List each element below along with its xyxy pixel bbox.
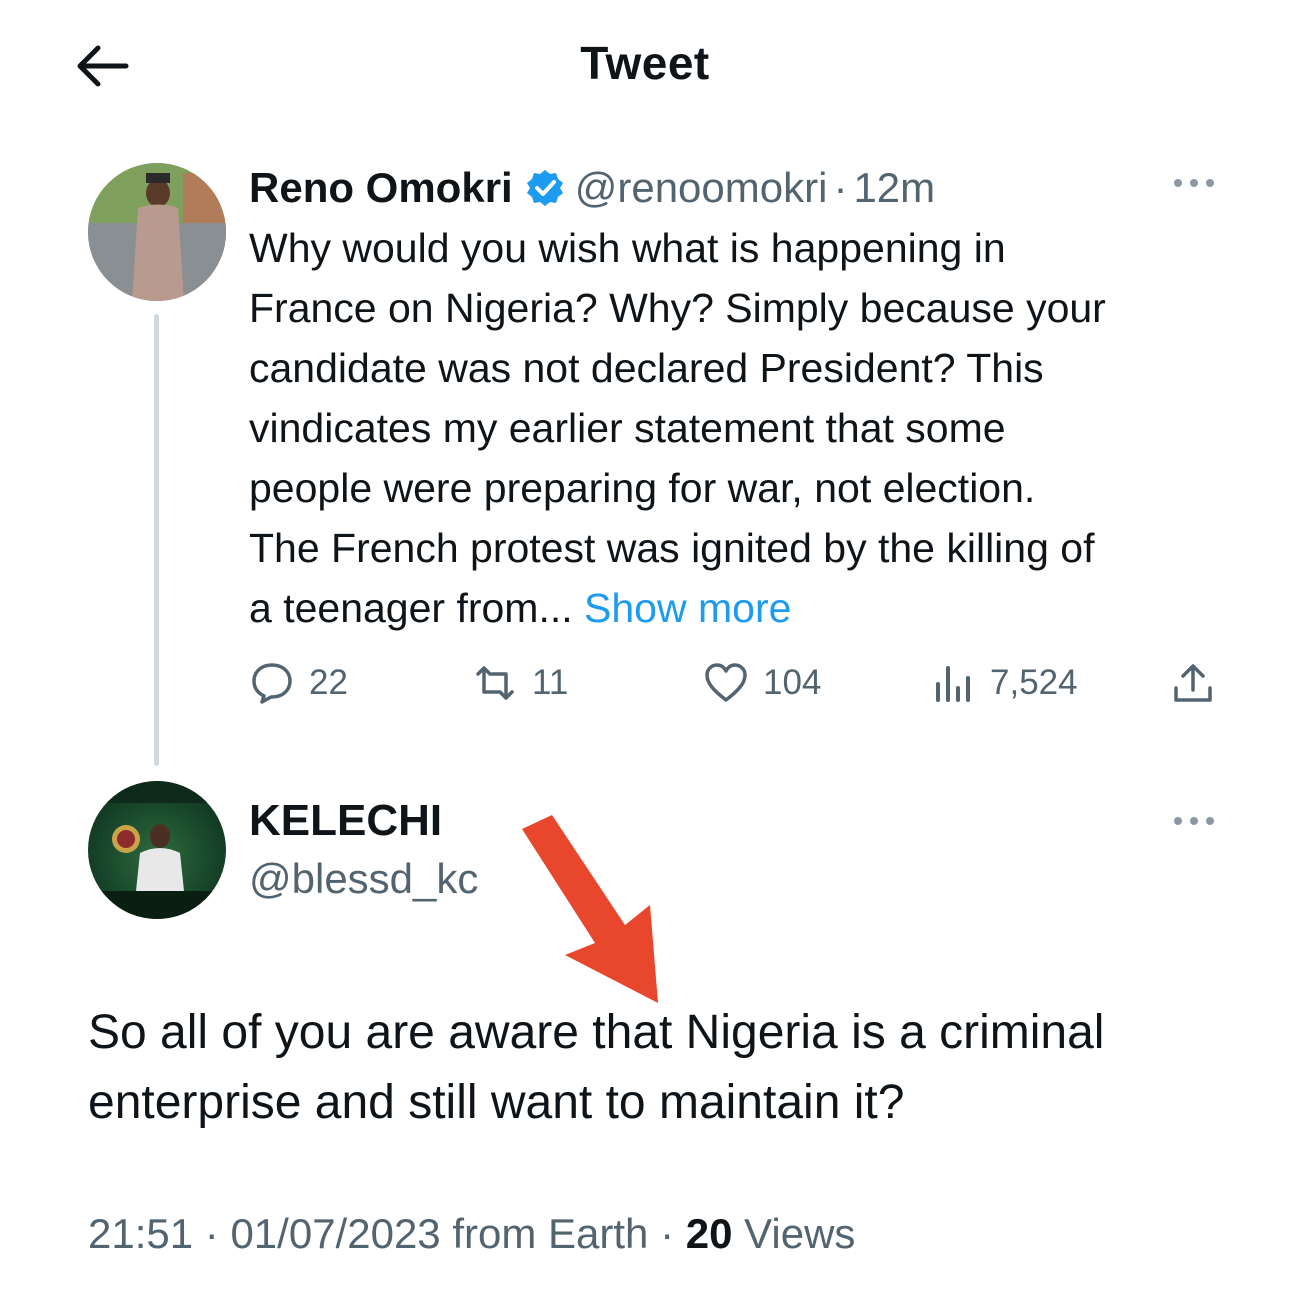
verified-badge-icon [526,170,563,206]
tweet-text-line: people were preparing for war, not elect… [249,465,1036,511]
reply-text-line: enterprise and still want to maintain it… [88,1076,905,1129]
reply-text: So all of you are aware that Nigeria is … [88,998,1228,1138]
tweet-text-line: Why would you wish what is happening in [249,225,1006,271]
reply-text-line: So all of you are aware that Nigeria is … [88,1006,1105,1059]
tweet-text-line: The French protest was ignited by the ki… [249,525,1095,571]
tweet-text-line: vindicates my earlier statement that som… [249,405,1006,451]
avatar-photo [88,163,226,301]
show-more-link[interactable]: Show more [584,585,791,631]
views-button[interactable]: 7,524 [930,658,1078,708]
more-horizontal-icon [1174,179,1214,187]
tweet-text-line: candidate was not declared President? Th… [249,345,1044,391]
tweet-text-line: France on Nigeria? Why? Simply because y… [249,285,1106,331]
heart-icon [705,663,747,702]
separator-dot: · [660,1210,675,1257]
post-time[interactable]: 21:51 [88,1210,193,1257]
views-count[interactable]: 20 [686,1210,733,1257]
share-icon [1174,664,1212,702]
more-horizontal-icon [1174,817,1214,825]
red-arrow-annotation [522,815,658,1003]
tweet-meta: 21:51 · 01/07/2023 from Earth · 20 Views [88,1210,855,1258]
share-button[interactable] [1170,658,1230,708]
thread-line [154,314,159,766]
author-handle[interactable]: @renoomokri [575,164,828,212]
avatar-photo [88,781,226,919]
separator-dot: · [204,1210,219,1257]
tweet-time[interactable]: 12m [853,164,935,212]
more-options-button[interactable] [1170,806,1218,836]
reply-author-name[interactable]: KELECHI [249,796,442,846]
tweet-text: Why would you wish what is happening in … [249,218,1239,638]
reply-icon [252,663,292,704]
retweet-button[interactable]: 11 [472,658,568,708]
like-count: 104 [763,663,822,702]
like-button[interactable]: 104 [703,658,821,708]
views-count: 7,524 [990,663,1078,702]
reply-count: 22 [309,663,348,702]
views-label: Views [744,1210,856,1257]
tweet-text-line: a teenager from... [249,585,573,631]
page-title: Tweet [580,37,710,89]
post-source: from Earth [452,1210,649,1257]
retweet-icon [476,666,514,700]
retweet-count: 11 [532,663,569,702]
views-chart-icon [936,666,970,702]
tweet-header: Reno Omokri @renoomokri · 12m [249,160,935,216]
avatar[interactable] [88,163,226,301]
reply-button[interactable]: 22 [249,658,348,708]
reply-author-handle[interactable]: @blessd_kc [249,855,478,903]
avatar[interactable] [88,781,226,919]
tweet-text-line-last: a teenager from... Show more [249,578,1239,638]
post-date[interactable]: 01/07/2023 [230,1210,440,1257]
separator-dot: · [833,164,848,211]
more-options-button[interactable] [1170,168,1218,198]
author-name[interactable]: Reno Omokri [249,164,513,212]
